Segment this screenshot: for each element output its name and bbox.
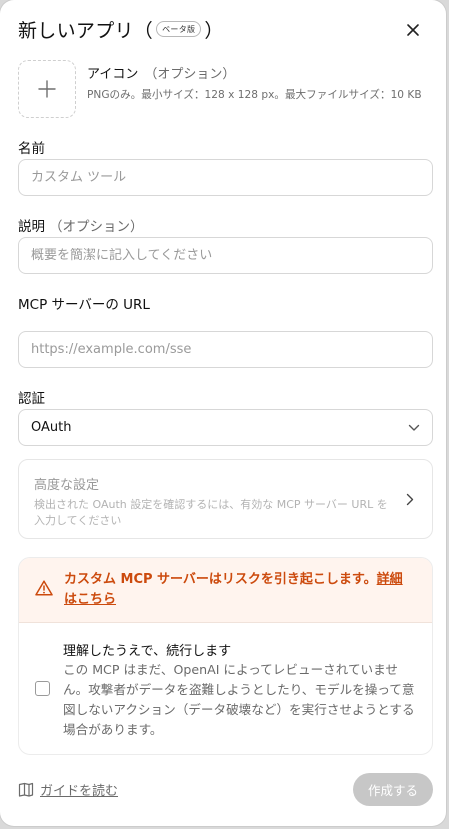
risk-warning-banner: カスタム MCP サーバーはリスクを引き起こします。詳細はこちら [19,558,432,623]
dialog-header: 新しいアプリ（ ベータ版） [18,16,432,42]
dialog-title: 新しいアプリ（ ベータ版） [18,16,224,43]
new-app-dialog: 新しいアプリ（ ベータ版） アイコン （オプション） PNGのみ。最小サイズ：128… [0,0,446,826]
chevron-right-icon [406,493,414,506]
warning-icon [35,580,53,596]
name-label: 名前 [18,141,45,157]
auth-select[interactable]: OAuth [18,409,433,446]
close-icon [407,24,419,36]
acknowledge-title: 理解したうえで、続行します [63,644,232,659]
description-input[interactable] [31,248,420,263]
read-guide-text: ガイドを読む [40,784,119,799]
icon-help-text: PNGのみ。最小サイズ：128 x 128 px。最大ファイルサイズ：10 KB [87,89,422,101]
advanced-title: 高度な設定 [34,478,100,493]
description-field[interactable] [18,237,433,274]
description-label-text: 説明 [18,219,45,235]
acknowledge-description: この MCP はまだ、OpenAI によってレビューされていません。攻撃者がデー… [63,662,415,737]
book-icon [18,782,34,797]
mcp-url-label: MCP サーバーの URL [18,297,150,313]
icon-label: アイコン （オプション） [87,63,235,82]
name-field[interactable] [18,159,433,196]
icon-optional-text: （オプション） [144,67,236,82]
auth-selected-value: OAuth [31,420,72,435]
advanced-settings[interactable]: 高度な設定 検出された OAuth 設定を確認するには、有効な MCP サーバー… [18,459,433,539]
beta-badge: ベータ版 [156,21,202,37]
mcp-url-input[interactable] [31,342,420,357]
read-guide-link[interactable]: ガイドを読む [18,780,118,799]
auth-label: 認証 [18,391,45,407]
dialog-title-text: 新しいアプリ（ [18,19,154,42]
mcp-url-field[interactable] [18,331,433,368]
create-button[interactable]: 作成する [353,773,433,806]
description-label: 説明 （オプション） [18,215,144,235]
risk-warning-text: カスタム MCP サーバーはリスクを引き起こします。詳細はこちら [64,570,414,610]
risk-warning-message: カスタム MCP サーバーはリスクを引き起こします。 [64,572,377,587]
risk-warning-card: カスタム MCP サーバーはリスクを引き起こします。詳細はこちら 理解したうえで… [18,557,433,755]
icon-label-text: アイコン [87,67,139,82]
advanced-description: 検出された OAuth 設定を確認するには、有効な MCP サーバー URL を… [34,498,388,527]
plus-icon [38,80,56,98]
acknowledge-checkbox[interactable] [35,681,50,696]
close-button[interactable] [402,19,424,41]
name-input[interactable] [31,170,420,185]
dialog-title-end: ） [204,19,224,42]
chevron-down-icon [408,424,420,431]
description-optional-text: （オプション） [49,219,144,235]
icon-upload-button[interactable] [18,60,76,118]
